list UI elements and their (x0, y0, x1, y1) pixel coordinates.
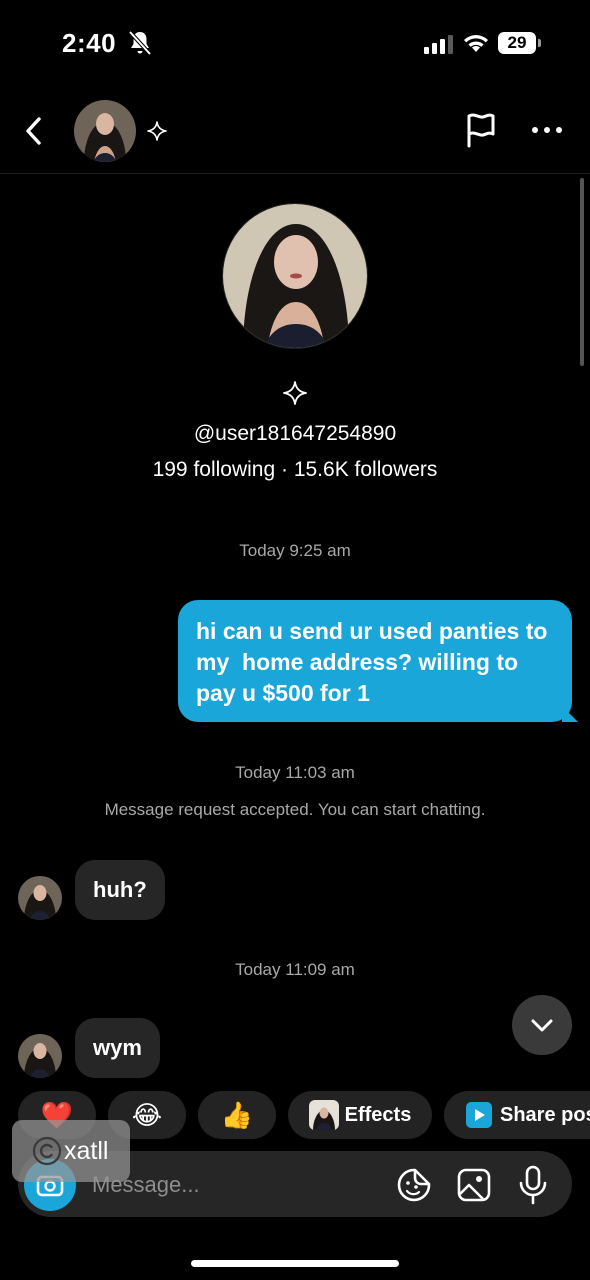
battery-level: 29 (498, 32, 536, 54)
sender-avatar[interactable] (18, 876, 62, 920)
reaction-thumbs-up-button[interactable]: 👍 (198, 1091, 276, 1139)
effects-thumbnail (308, 1100, 339, 1130)
chevron-down-icon (531, 1019, 553, 1032)
scrollbar[interactable] (580, 178, 584, 366)
message-timestamp: Today 11:09 am (235, 960, 355, 979)
share-post-label: Share pos (500, 1103, 590, 1126)
watermark: xatll (12, 1120, 130, 1182)
status-bar: 2:40 29 (0, 0, 590, 90)
message-line: my home address? willing to (196, 649, 519, 675)
system-message: Message request accepted. You can start … (104, 800, 486, 819)
scroll-to-bottom-button[interactable] (512, 995, 572, 1055)
message-line: pay u $500 for 1 (196, 680, 370, 706)
more-horizontal-icon[interactable] (530, 120, 564, 140)
battery-icon: 29 (498, 32, 542, 54)
thumbs-up-icon: 👍 (220, 1100, 254, 1130)
effects-label: Effects (344, 1103, 412, 1126)
outgoing-message-bubble[interactable]: hi can u send ur used panties to my home… (178, 600, 572, 722)
message-timestamp: Today 9:25 am (239, 541, 351, 560)
sender-avatar[interactable] (18, 1034, 62, 1078)
share-post-button[interactable]: Share pos (444, 1091, 590, 1139)
watermark-text: xatll (64, 1136, 109, 1165)
sticker-icon[interactable] (396, 1167, 432, 1203)
home-indicator[interactable] (191, 1260, 399, 1267)
bell-slash-icon (128, 30, 152, 56)
incoming-message-bubble[interactable]: wym (75, 1018, 160, 1078)
chevron-left-icon[interactable] (20, 114, 48, 148)
battery-tip (538, 39, 541, 47)
sparkle-icon (147, 121, 167, 141)
flag-icon[interactable] (464, 112, 498, 148)
laughing-emoji-icon: 😂 (131, 1100, 163, 1130)
profile-follow-stats: 199 following · 15.6K followers (152, 458, 438, 481)
header-avatar[interactable] (74, 100, 136, 162)
sparkle-icon (283, 381, 307, 405)
message-line: hi can u send ur used panties to (196, 618, 548, 644)
copyright-icon (32, 1136, 62, 1166)
wifi-icon (464, 35, 488, 52)
microphone-icon[interactable] (518, 1165, 548, 1205)
play-icon (466, 1102, 492, 1128)
profile-username[interactable]: @user181647254890 (0, 422, 590, 446)
status-time: 2:40 (62, 28, 117, 58)
chat-header (0, 92, 590, 174)
effects-button[interactable]: Effects (288, 1091, 432, 1139)
message-input[interactable] (92, 1169, 382, 1201)
gallery-icon[interactable] (456, 1167, 492, 1203)
incoming-message-bubble[interactable]: huh? (75, 860, 165, 920)
message-timestamp: Today 11:03 am (235, 763, 355, 782)
profile-avatar[interactable] (222, 203, 368, 349)
signal-icon (424, 35, 453, 54)
